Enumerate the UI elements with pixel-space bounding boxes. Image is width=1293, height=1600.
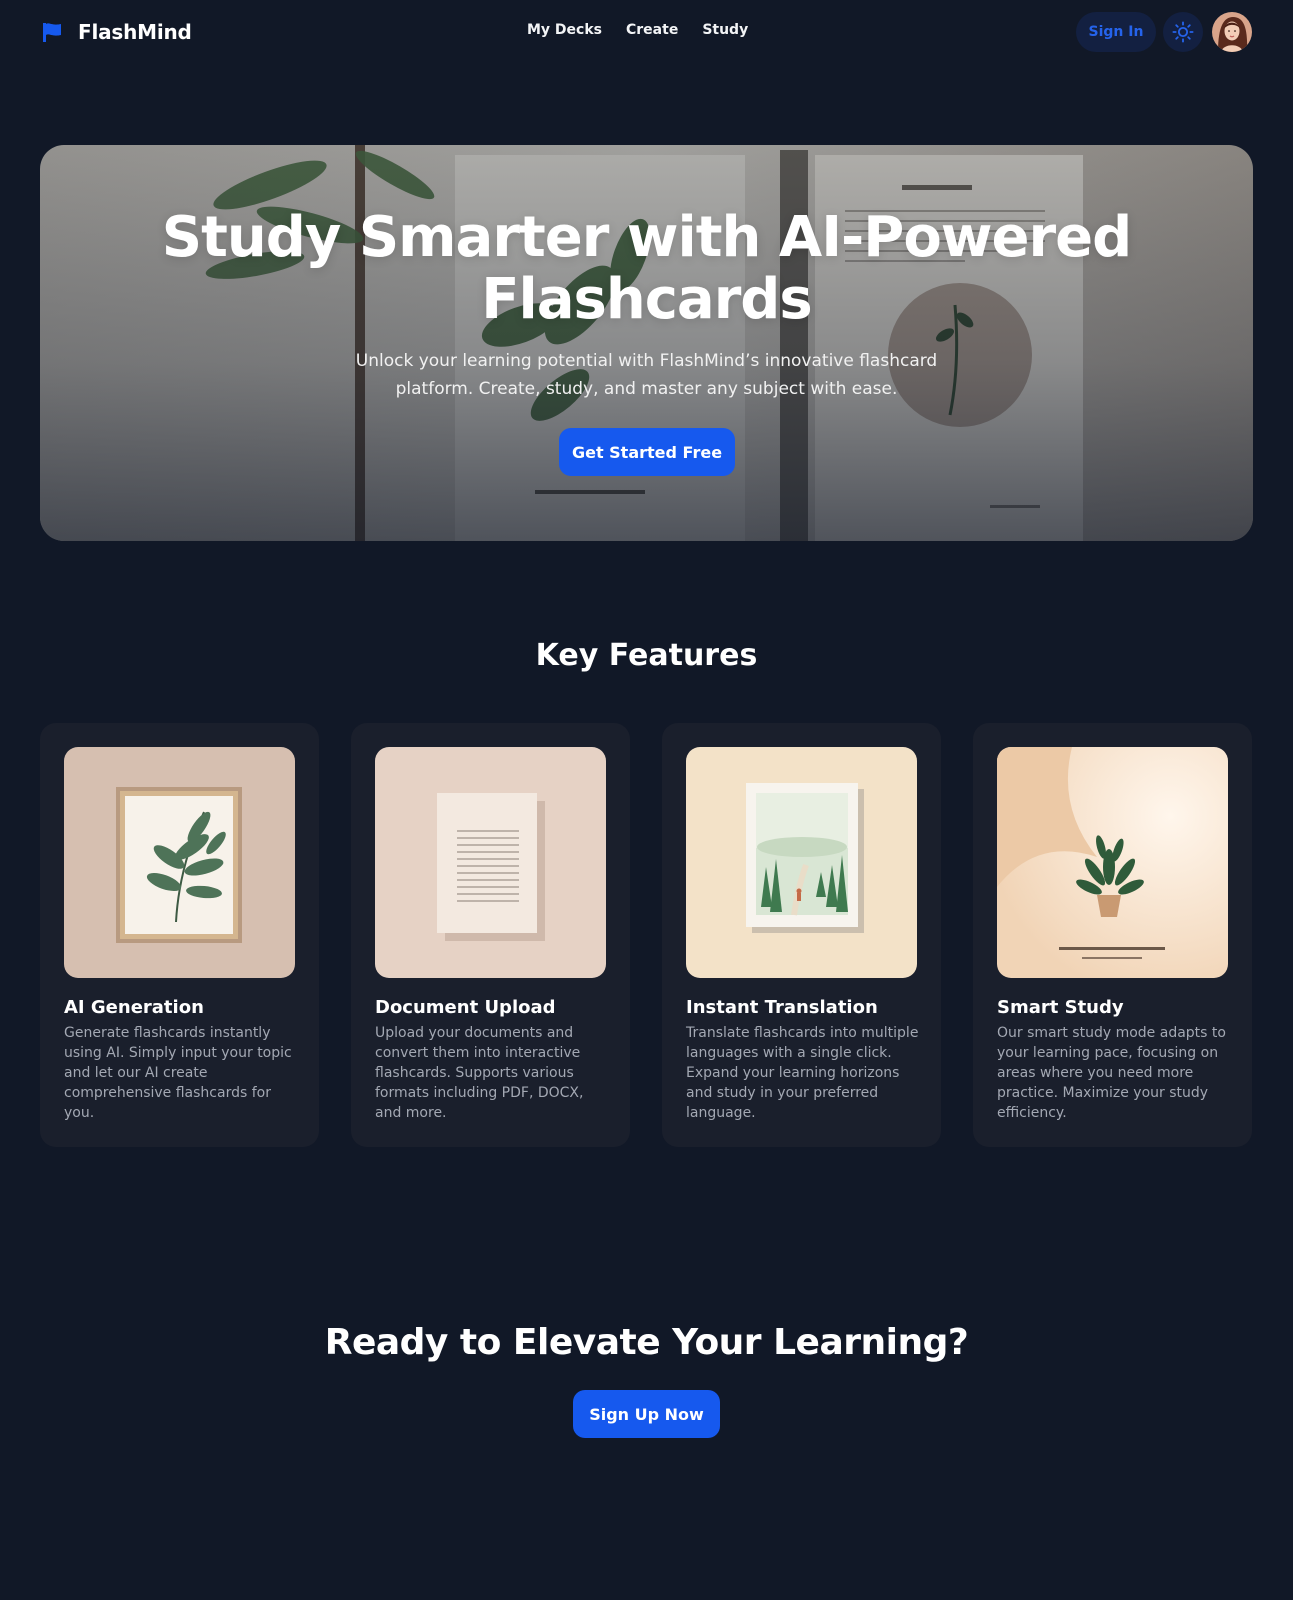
feature-card-document-upload: Document Upload Upload your documents an… — [351, 723, 630, 1147]
nav-link-study[interactable]: Study — [702, 22, 748, 38]
feature-card-instant-translation: Instant Translation Translate flashcards… — [662, 723, 941, 1147]
nav-link-create[interactable]: Create — [626, 22, 678, 38]
feature-image — [64, 747, 295, 978]
feature-description: Upload your documents and convert them i… — [375, 1025, 584, 1121]
feature-description: Generate flashcards instantly using AI. … — [64, 1025, 292, 1121]
feature-card-ai-generation: AI Generation Generate flashcards instan… — [40, 723, 319, 1147]
features-heading: Key Features — [535, 638, 758, 673]
landscape-frame-illustration — [686, 747, 917, 978]
feature-title: Document Upload — [375, 997, 556, 1018]
feature-title: Smart Study — [997, 997, 1124, 1018]
hero-title: Study Smarter with AI-Powered Flashcards — [161, 205, 1132, 332]
feature-image — [997, 747, 1228, 978]
sun-icon — [1172, 21, 1194, 43]
feature-image — [375, 747, 606, 978]
cta-heading: Ready to Elevate Your Learning? — [324, 1322, 969, 1363]
feature-description: Our smart study mode adapts to your lear… — [997, 1025, 1226, 1121]
sign-in-button[interactable]: Sign In — [1076, 12, 1156, 52]
brand-logo[interactable]: FlashMind — [40, 20, 192, 44]
leaf-frame-illustration — [64, 747, 295, 978]
brand-name: FlashMind — [78, 20, 192, 44]
user-avatar[interactable] — [1212, 12, 1252, 52]
hero-subtitle: Unlock your learning potential with Flas… — [355, 351, 938, 399]
avatar-image — [1212, 12, 1252, 52]
potted-plant-illustration — [997, 747, 1228, 978]
nav-links: My Decks Create Study — [527, 22, 748, 38]
document-illustration — [375, 747, 606, 978]
get-started-button[interactable]: Get Started Free — [559, 428, 735, 476]
flag-icon — [43, 23, 61, 42]
feature-card-smart-study: Smart Study Our smart study mode adapts … — [973, 723, 1252, 1147]
feature-title: Instant Translation — [686, 997, 878, 1018]
sign-up-button[interactable]: Sign Up Now — [573, 1390, 720, 1438]
theme-toggle-button[interactable] — [1163, 12, 1203, 52]
feature-title: AI Generation — [64, 997, 204, 1018]
feature-description: Translate flashcards into multiple langu… — [686, 1025, 919, 1121]
top-nav: FlashMind My Decks Create Study Sign In — [0, 0, 1293, 66]
hero-banner: Study Smarter with AI-Powered Flashcards… — [40, 145, 1253, 541]
feature-image — [686, 747, 917, 978]
nav-link-my-decks[interactable]: My Decks — [527, 22, 602, 38]
